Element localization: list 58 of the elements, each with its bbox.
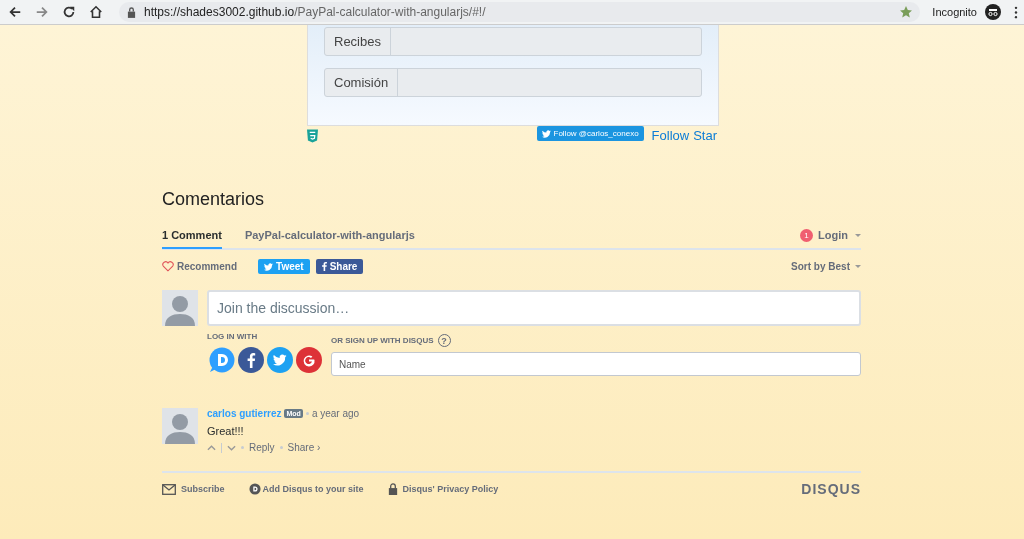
home-icon[interactable] — [89, 5, 103, 19]
html5-icon — [307, 129, 318, 143]
back-icon[interactable] — [8, 5, 22, 19]
menu-icon[interactable] — [1014, 5, 1018, 19]
comment-time[interactable]: a year ago — [311, 408, 360, 419]
twitter-icon[interactable] — [267, 347, 293, 373]
avatar-icon — [162, 408, 198, 444]
address-bar[interactable]: https://shades3002.github.io/PayPal-calculator-with-angularjs/#!/ — [119, 2, 921, 22]
amount-field[interactable]: Recibes — [324, 27, 702, 56]
notification-badge[interactable]: 1 — [800, 228, 814, 242]
tweet-button[interactable]: Tweet — [258, 259, 310, 274]
url-host: https://shades3002.github.io — [144, 5, 295, 19]
bird-icon — [541, 129, 551, 138]
url-path: /PayPal-calculator-with-angularjs/#!/ — [294, 5, 487, 19]
signup-label: OR SIGN UP WITH DISQUS — [331, 336, 434, 345]
subscribe-link[interactable]: Subscribe — [181, 484, 225, 494]
comment-text: Great!!! — [207, 425, 245, 437]
section-title: Comentarios — [162, 189, 266, 210]
lock-icon — [127, 6, 136, 18]
disqus-icon — [248, 483, 261, 495]
upvote-icon[interactable] — [207, 444, 216, 451]
field-label: Comisión — [325, 69, 399, 96]
reload-icon[interactable] — [62, 5, 76, 19]
forward-icon[interactable] — [35, 5, 49, 19]
sort-menu[interactable]: Sort by Best — [791, 261, 850, 272]
google-icon[interactable] — [296, 347, 322, 373]
downvote-icon[interactable] — [227, 444, 236, 451]
github-link[interactable]: Follow — [651, 128, 690, 143]
bird-icon — [264, 262, 273, 271]
facebook-icon — [321, 262, 327, 271]
login-menu[interactable]: Login — [818, 229, 848, 241]
amount-field[interactable]: Comisión — [324, 68, 702, 97]
share-button[interactable]: Share — [315, 259, 364, 274]
incognito-label: Incognito — [932, 6, 977, 18]
lock-icon — [387, 483, 398, 495]
comment-input[interactable]: Join the discussion… — [207, 290, 861, 326]
add-disqus-link[interactable]: Add Disqus to your site — [262, 484, 364, 494]
caret-icon — [855, 233, 861, 237]
comments-tab[interactable]: PayPal-calculator-with-angularjs — [244, 223, 415, 249]
disqus-logo[interactable]: DISQUS — [801, 481, 861, 497]
recommend-button[interactable]: Recommend — [177, 261, 237, 272]
star-icon[interactable] — [900, 6, 913, 18]
incognito-icon[interactable] — [985, 4, 1001, 20]
name-input[interactable]: Name — [331, 352, 861, 376]
privacy-link[interactable]: Disqus' Privacy Policy — [402, 484, 499, 494]
envelope-icon — [162, 483, 176, 495]
caret-icon — [855, 265, 861, 268]
avatar-icon — [162, 290, 198, 326]
disqus-icon[interactable] — [209, 347, 235, 373]
share-link[interactable]: Share › — [287, 442, 321, 453]
field-label: Recibes — [325, 28, 391, 55]
reply-link[interactable]: Reply — [249, 442, 275, 453]
comments-tab[interactable]: 1 Comment — [162, 223, 222, 249]
login-label: LOG IN WITH — [207, 332, 259, 341]
twitter-follow-button[interactable]: Follow @carlos_conexo — [536, 126, 644, 141]
heart-icon[interactable] — [162, 261, 174, 272]
facebook-icon[interactable] — [238, 347, 264, 373]
github-link[interactable]: Star — [693, 128, 717, 143]
